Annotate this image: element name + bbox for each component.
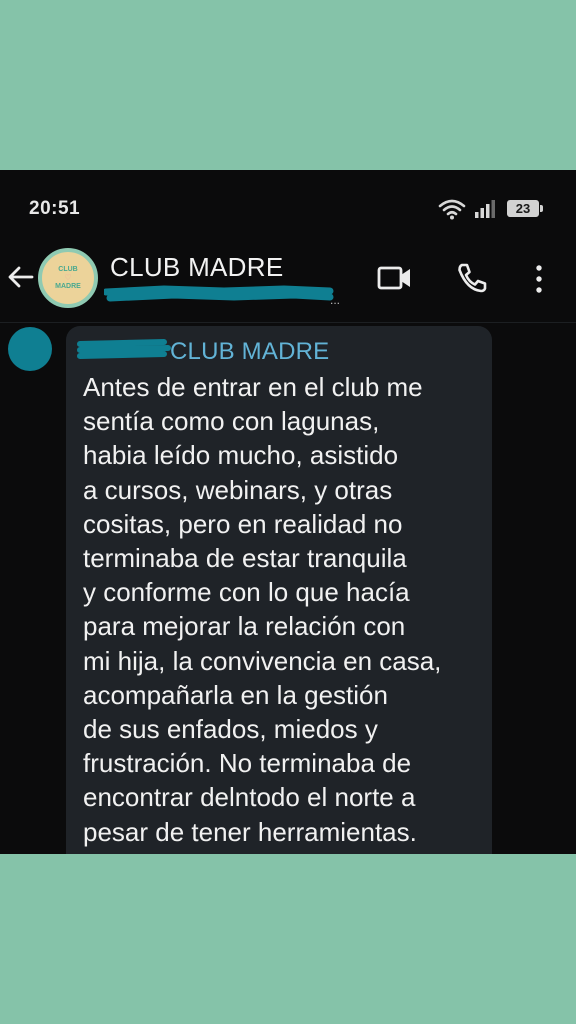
header-divider: [0, 322, 576, 323]
group-title[interactable]: CLUB MADRE: [110, 252, 283, 283]
phone-call-icon[interactable]: [456, 262, 488, 294]
battery-icon: 23: [507, 200, 543, 217]
chat-header: CLUB ♡ MADRE CLUB MADRE ...: [0, 246, 576, 324]
redacted-participants: ...: [104, 285, 340, 306]
redacted-sender-name: [77, 339, 171, 359]
more-options-icon[interactable]: [527, 262, 551, 296]
signal-icon: [475, 200, 495, 218]
heart-icon: ♡: [64, 273, 72, 282]
status-time: 20:51: [29, 198, 81, 219]
back-arrow-icon[interactable]: [5, 261, 37, 293]
video-call-icon[interactable]: [377, 264, 413, 292]
wifi-icon: [438, 199, 466, 220]
avatar-logo-text: MADRE: [55, 283, 81, 290]
sender-avatar[interactable]: [8, 327, 52, 371]
group-avatar[interactable]: CLUB ♡ MADRE: [38, 248, 98, 308]
sender-group-name: CLUB MADRE: [170, 338, 330, 365]
message-bubble[interactable]: CLUB MADRE Antes de entrar en el club me…: [66, 326, 492, 854]
message-text: Antes de entrar en el club me sentía com…: [83, 372, 442, 847]
phone-screen: 20:51 23 CLUB ♡ MADRE CLUB MADRE ... CLU…: [0, 170, 576, 854]
status-bar: 20:51 23: [0, 170, 576, 246]
participants-ellipsis: ...: [330, 293, 340, 306]
